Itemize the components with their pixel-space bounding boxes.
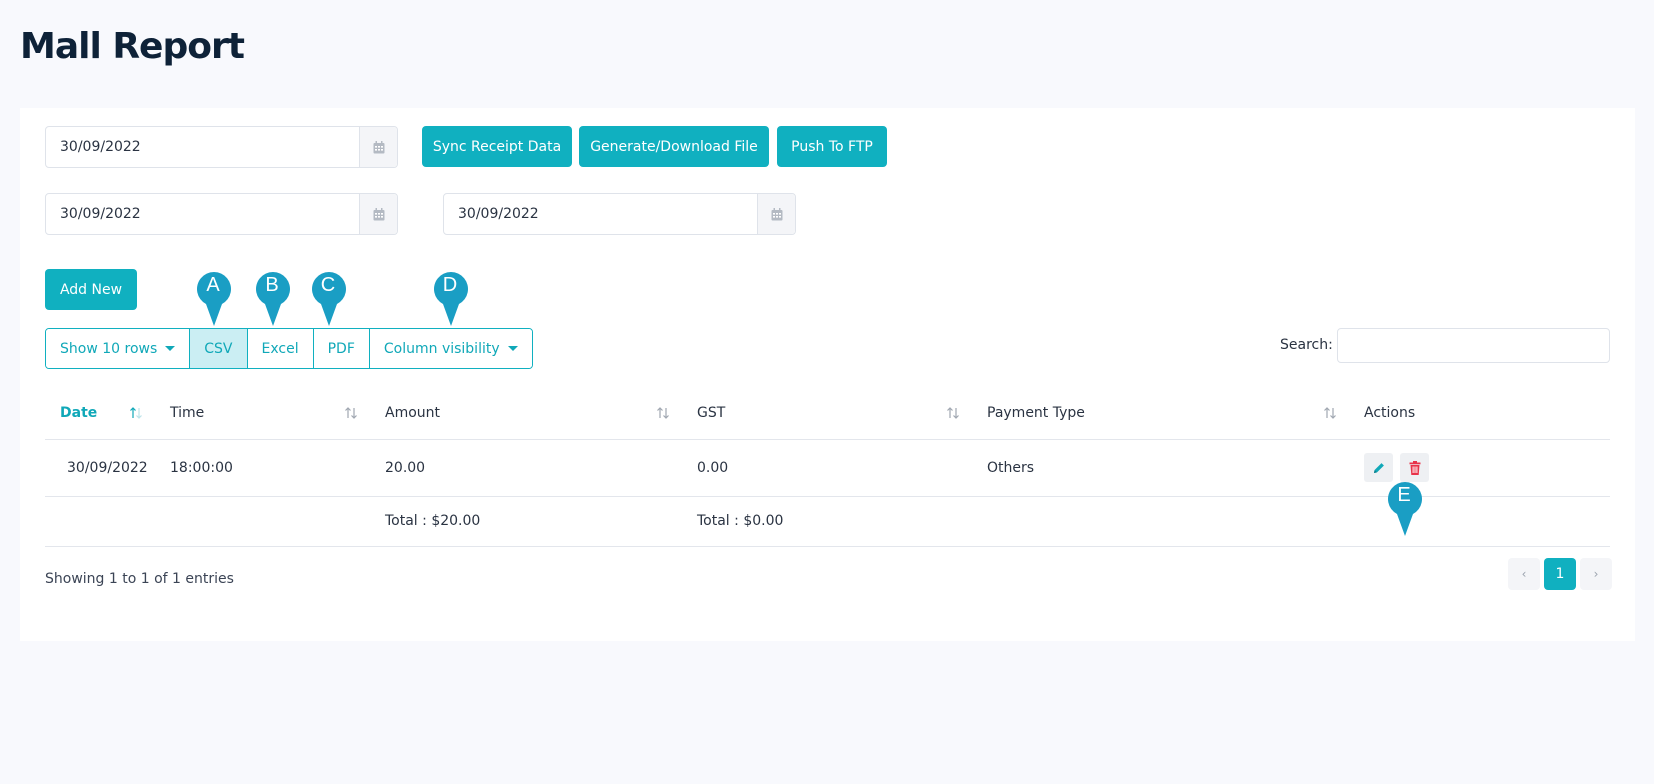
pdf-button[interactable]: PDF bbox=[313, 329, 370, 368]
sort-icon bbox=[345, 407, 357, 419]
column-visibility-label: Column visibility bbox=[383, 340, 500, 357]
pencil-icon bbox=[1373, 462, 1384, 473]
cell-gst: 0.00 bbox=[682, 439, 972, 497]
sort-icon bbox=[1324, 407, 1336, 419]
column-label: Actions bbox=[1364, 405, 1416, 422]
excel-button[interactable]: Excel bbox=[247, 329, 314, 368]
caret-down-icon bbox=[507, 346, 518, 351]
date-main-input[interactable] bbox=[46, 127, 359, 167]
column-label: Amount bbox=[385, 405, 441, 422]
date-to-input[interactable] bbox=[444, 194, 757, 234]
show-rows-label: Show 10 rows bbox=[60, 340, 158, 357]
table-row: 30/09/2022 18:00:00 20.00 0.00 Others bbox=[45, 439, 1610, 497]
date-picker-to[interactable] bbox=[443, 193, 796, 235]
caret-down-icon bbox=[165, 346, 176, 351]
total-gst: Total : $0.00 bbox=[682, 496, 972, 547]
report-table: Date Time Amount GST Payment Type Action… bbox=[45, 388, 1610, 547]
marker-d: D bbox=[432, 271, 470, 327]
column-header-time[interactable]: Time bbox=[155, 388, 370, 440]
generate-download-file-button[interactable]: Generate/Download File bbox=[579, 126, 769, 167]
column-label: Payment Type bbox=[987, 405, 1085, 422]
table-toolbar: Show 10 rows CSV Excel PDF Column visibi… bbox=[45, 328, 533, 369]
column-label: Time bbox=[170, 405, 205, 422]
calendar-icon[interactable] bbox=[359, 194, 397, 234]
column-header-date[interactable]: Date bbox=[45, 388, 155, 440]
column-label: GST bbox=[697, 405, 726, 422]
marker-a: A bbox=[195, 271, 233, 327]
calendar-icon[interactable] bbox=[359, 127, 397, 167]
total-amount: Total : $20.00 bbox=[370, 496, 682, 547]
cell-date: 30/09/2022 bbox=[45, 439, 155, 497]
sort-icon bbox=[947, 407, 959, 419]
column-label: Date bbox=[60, 405, 98, 422]
column-header-payment-type[interactable]: Payment Type bbox=[972, 388, 1349, 440]
column-header-actions: Actions bbox=[1349, 388, 1610, 440]
column-header-amount[interactable]: Amount bbox=[370, 388, 682, 440]
csv-button[interactable]: CSV bbox=[190, 329, 248, 368]
column-header-gst[interactable]: GST bbox=[682, 388, 972, 440]
cell-amount: 20.00 bbox=[370, 439, 682, 497]
totals-row: Total : $20.00 Total : $0.00 bbox=[45, 496, 1610, 547]
search-input[interactable] bbox=[1337, 328, 1610, 363]
push-to-ftp-button[interactable]: Push To FTP bbox=[777, 126, 887, 167]
page-button-1[interactable]: 1 bbox=[1544, 558, 1576, 590]
pagination: ‹ 1 › bbox=[1508, 558, 1612, 590]
sort-icon bbox=[657, 407, 669, 419]
next-page-button[interactable]: › bbox=[1580, 558, 1612, 590]
delete-button[interactable] bbox=[1400, 453, 1430, 482]
edit-button[interactable] bbox=[1364, 453, 1393, 482]
date-from-input[interactable] bbox=[46, 194, 359, 234]
search-label: Search: bbox=[1280, 337, 1333, 353]
show-rows-dropdown[interactable]: Show 10 rows bbox=[46, 329, 191, 368]
calendar-icon[interactable] bbox=[757, 194, 795, 234]
marker-e: E bbox=[1386, 481, 1424, 537]
prev-page-button[interactable]: ‹ bbox=[1508, 558, 1540, 590]
cell-time: 18:00:00 bbox=[155, 439, 370, 497]
sort-asc-icon bbox=[130, 407, 142, 419]
date-picker-main[interactable] bbox=[45, 126, 398, 168]
sync-receipt-data-button[interactable]: Sync Receipt Data bbox=[422, 126, 572, 167]
page-title: Mall Report bbox=[20, 26, 245, 67]
trash-icon bbox=[1409, 460, 1421, 475]
cell-payment-type: Others bbox=[972, 439, 1349, 497]
report-card: Sync Receipt Data Generate/Download File… bbox=[20, 108, 1635, 641]
marker-b: B bbox=[254, 271, 292, 327]
date-picker-from[interactable] bbox=[45, 193, 398, 235]
add-new-button[interactable]: Add New bbox=[45, 269, 137, 310]
table-info: Showing 1 to 1 of 1 entries bbox=[45, 571, 234, 587]
column-visibility-dropdown[interactable]: Column visibility bbox=[369, 329, 532, 368]
marker-c: C bbox=[310, 271, 348, 327]
table-header-row: Date Time Amount GST Payment Type Action… bbox=[45, 388, 1610, 440]
